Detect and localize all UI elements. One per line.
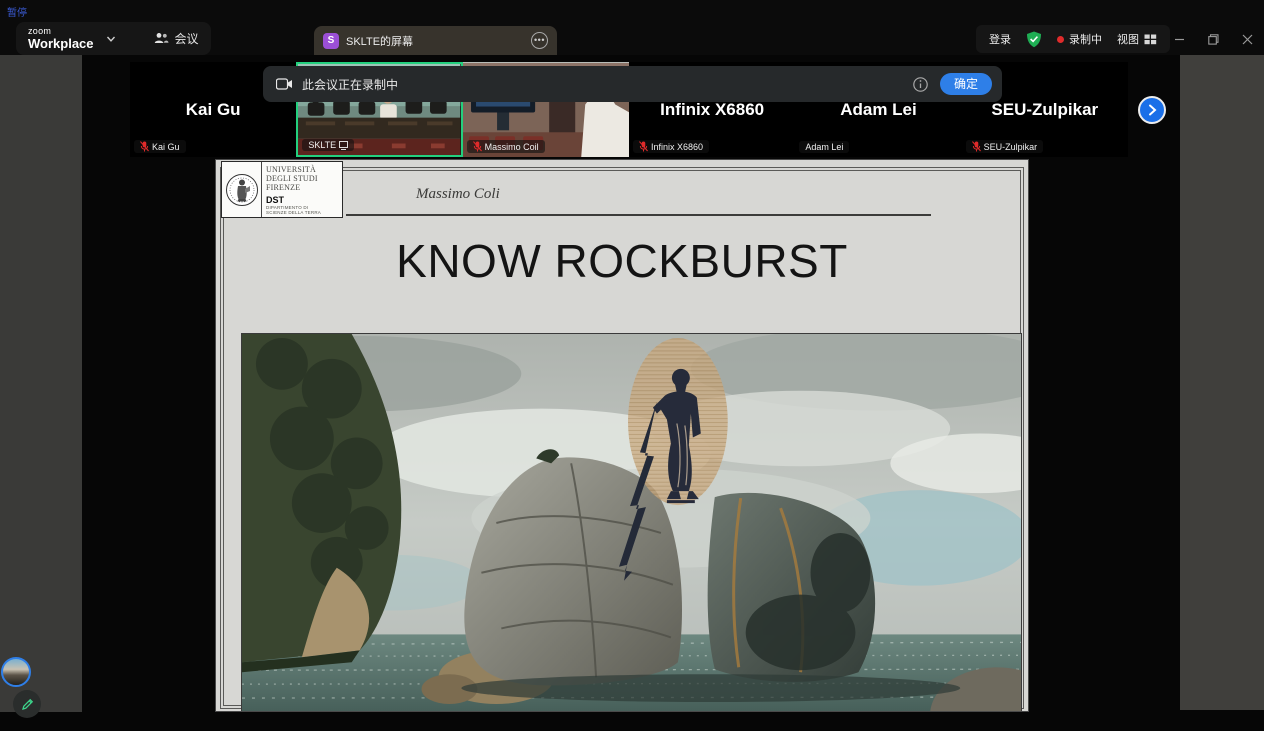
mic-muted-icon (473, 141, 482, 152)
grid-view-icon (1144, 34, 1157, 45)
name-tag: Adam Lei (799, 141, 849, 153)
recording-label: 录制中 (1069, 31, 1102, 47)
brand-workplace: Workplace (28, 37, 94, 50)
info-icon[interactable] (913, 77, 928, 92)
name-tag-label: SEU-Zulpikar (984, 142, 1038, 152)
titlebar-actions: 登录 录制中 视图 (976, 25, 1170, 53)
name-tag-label: Adam Lei (805, 142, 843, 152)
brand-group: zoom Workplace 会议 (16, 22, 211, 55)
view-button[interactable]: 视图 (1117, 31, 1157, 47)
tab-avatar-badge: S (323, 33, 339, 49)
tab-more-icon[interactable]: ••• (531, 32, 548, 49)
maximize-button[interactable] (1196, 25, 1230, 53)
people-icon (154, 32, 169, 45)
mic-muted-icon (972, 141, 981, 152)
name-tag-label: Kai Gu (152, 142, 180, 152)
zoom-workplace-logo[interactable]: zoom Workplace (28, 27, 94, 50)
security-shield-icon[interactable] (1026, 31, 1042, 48)
brand-zoom: zoom (28, 27, 94, 36)
name-tag: Kai Gu (134, 140, 186, 153)
name-tag: SKLTE (302, 139, 354, 151)
logo-line-3: FIRENZE (266, 183, 321, 192)
chevron-right-icon (1147, 104, 1158, 116)
meeting-menu-label: 会议 (175, 30, 199, 47)
right-desktop-strip (1180, 55, 1264, 710)
mic-muted-icon (140, 141, 149, 152)
recording-notification: 此会议正在录制中 确定 (263, 66, 1002, 102)
window-controls (1162, 25, 1264, 53)
name-tag-label: Massimo Coil (485, 142, 539, 152)
slide-author: Massimo Coli (416, 186, 500, 203)
name-tag: Infinix X6860 (633, 140, 709, 153)
logo-dept-line-2: SCIENZE DELLA TERRA (266, 210, 321, 215)
recording-status[interactable]: 录制中 (1057, 31, 1102, 47)
logo-line-2: DEGLI STUDI (266, 174, 321, 183)
tab-sklte-screen[interactable]: S SKLTE的屏幕 ••• (314, 26, 557, 55)
next-participants-button[interactable] (1138, 96, 1166, 124)
name-tag: SEU-Zulpikar (966, 140, 1044, 153)
slide-header-rule (346, 214, 931, 216)
login-button[interactable]: 登录 (989, 31, 1011, 47)
chevron-down-icon[interactable] (106, 34, 116, 44)
recording-notification-text: 此会议正在录制中 (302, 76, 913, 93)
recording-dot-icon (1057, 36, 1064, 43)
tab-label: SKLTE的屏幕 (346, 33, 531, 49)
university-seal-icon (222, 162, 262, 217)
university-logo-box: UNIVERSITÀ DEGLI STUDI FIRENZE DST DIPAR… (221, 161, 343, 218)
minimize-button[interactable] (1162, 25, 1196, 53)
shared-screen-slide: UNIVERSITÀ DEGLI STUDI FIRENZE DST DIPAR… (215, 159, 1029, 712)
title-bar: 暂停 zoom Workplace 会议 S SKLTE的屏幕 (0, 0, 1264, 55)
university-logo-text: UNIVERSITÀ DEGLI STUDI FIRENZE DST DIPAR… (262, 162, 321, 217)
view-label: 视图 (1117, 31, 1139, 47)
pencil-icon (21, 698, 34, 711)
split-rock-photo (241, 333, 1022, 712)
slide-title: KNOW ROCKBURST (216, 234, 1028, 288)
name-tag: Massimo Coil (467, 140, 545, 153)
self-avatar[interactable] (1, 657, 31, 687)
mic-muted-icon (639, 141, 648, 152)
annotate-pencil-button[interactable] (13, 690, 41, 718)
meeting-menu-item[interactable]: 会议 (154, 30, 199, 47)
recorder-pause-button[interactable]: 暂停 (7, 4, 27, 19)
camera-icon (276, 78, 293, 90)
confirm-button[interactable]: 确定 (940, 73, 992, 95)
name-tag-label: SKLTE (308, 140, 336, 150)
close-button[interactable] (1230, 25, 1264, 53)
screen-share-icon (339, 141, 348, 150)
zoom-workplace-window: 暂停 zoom Workplace 会议 S SKLTE的屏幕 (0, 0, 1264, 731)
left-desktop-strip (0, 55, 82, 712)
name-tag-label: Infinix X6860 (651, 142, 703, 152)
logo-dept-abbr: DST (266, 195, 321, 205)
logo-line-1: UNIVERSITÀ (266, 165, 321, 174)
